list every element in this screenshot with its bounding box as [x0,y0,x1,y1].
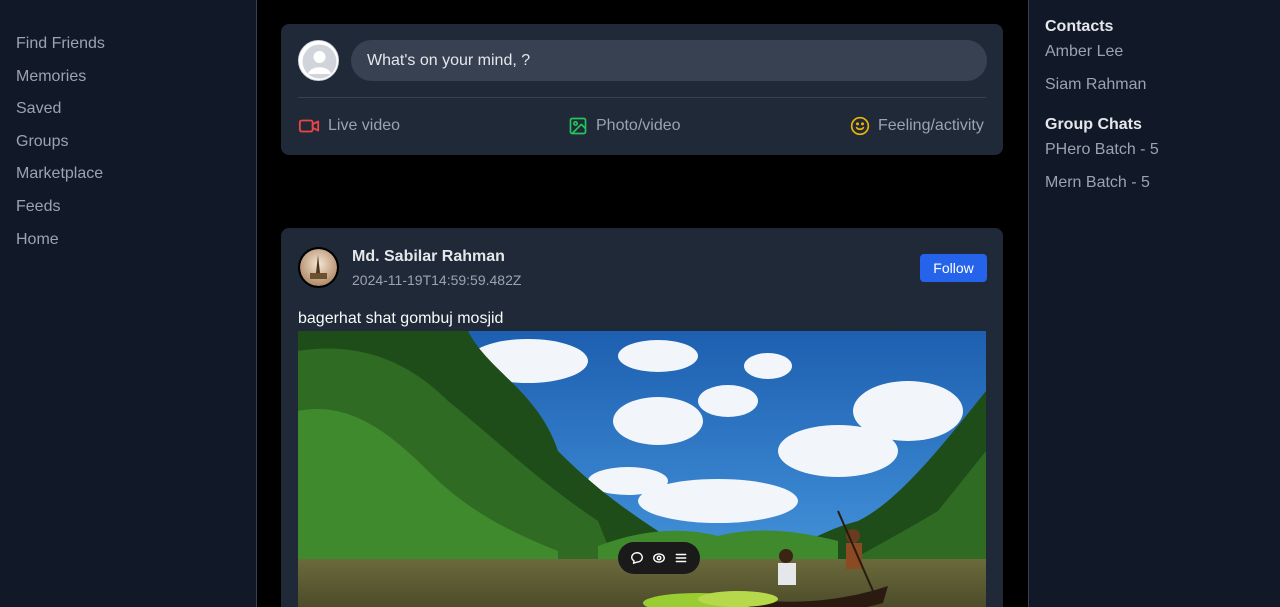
post-composer: What's on your mind, ? Live video Photo/… [281,24,1003,155]
feeling-activity-label: Feeling/activity [878,117,984,134]
user-avatar[interactable] [298,40,339,81]
nav-item-home[interactable]: Home [0,228,256,261]
nav-item-marketplace[interactable]: Marketplace [0,162,256,195]
image-toolbar [618,542,700,574]
nav-item-feeds[interactable]: Feeds [0,195,256,228]
post-caption: bagerhat shat gombuj mosjid [298,310,504,327]
main-feed: What's on your mind, ? Live video Photo/… [257,0,1028,607]
feeling-activity-button[interactable]: Feeling/activity [850,115,984,137]
follow-button[interactable]: Follow [920,254,987,282]
group-chat-item[interactable]: Mern Batch - 5 [1045,174,1150,192]
left-sidebar: Find Friends Memories Saved Groups Marke… [0,0,257,607]
video-camera-icon [298,115,320,137]
contact-item[interactable]: Amber Lee [1045,43,1123,61]
nav-item-saved[interactable]: Saved [0,97,256,130]
post-card: Md. Sabilar Rahman 2024-11-19T14:59:59.4… [281,228,1003,607]
nav-item-memories[interactable]: Memories [0,65,256,98]
contacts-heading: Contacts [1045,18,1114,35]
menu-icon[interactable] [674,551,688,565]
nav-item-find-friends[interactable]: Find Friends [0,32,256,65]
whats-on-your-mind-input[interactable]: What's on your mind, ? [351,40,987,81]
contact-item[interactable]: Siam Rahman [1045,76,1146,94]
author-avatar[interactable] [298,247,339,288]
nav-item-groups[interactable]: Groups [0,130,256,163]
group-chat-item[interactable]: PHero Batch - 5 [1045,141,1159,159]
right-sidebar: Contacts Amber Lee Siam Rahman Group Cha… [1028,0,1280,607]
app-root: Find Friends Memories Saved Groups Marke… [0,0,1280,607]
image-icon [568,116,588,136]
post-timestamp: 2024-11-19T14:59:59.482Z [352,272,522,288]
photo-video-label: Photo/video [596,117,681,134]
view-icon[interactable] [652,551,666,565]
smiley-icon [850,116,870,136]
post-image[interactable] [298,331,986,607]
photo-video-button[interactable]: Photo/video [568,115,681,137]
comment-icon[interactable] [630,551,644,565]
group-chats-heading: Group Chats [1045,116,1142,133]
live-video-button[interactable]: Live video [298,115,400,137]
composer-divider [298,97,986,98]
author-name[interactable]: Md. Sabilar Rahman [352,248,505,266]
live-video-label: Live video [328,117,401,134]
